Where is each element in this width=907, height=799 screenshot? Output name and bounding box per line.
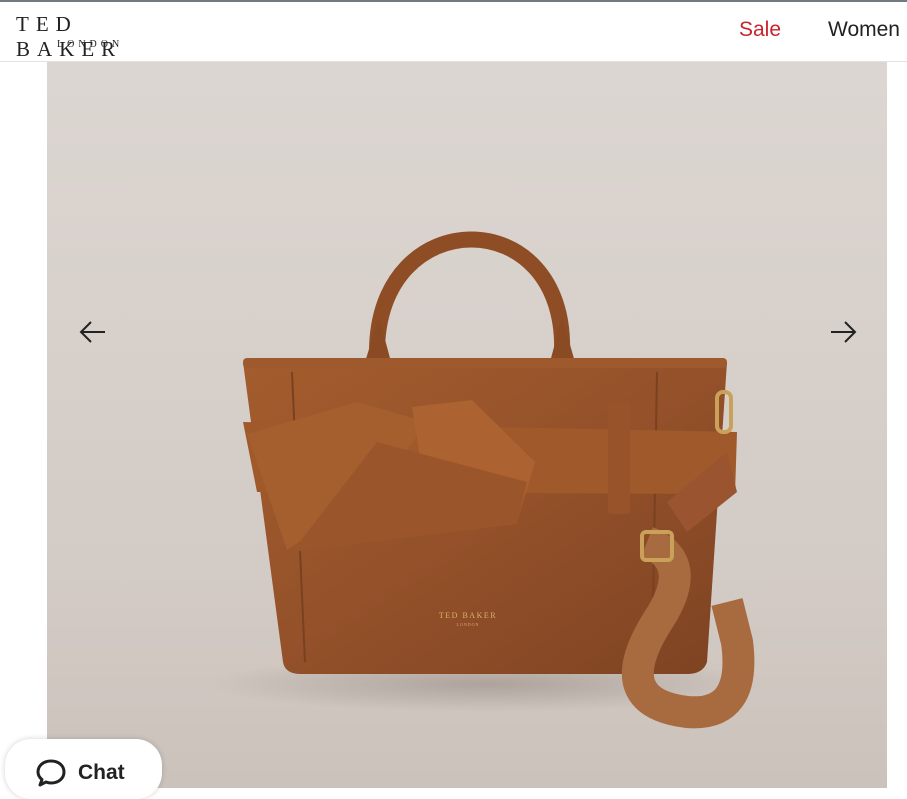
nav-link-sale[interactable]: Sale bbox=[739, 18, 781, 42]
logo-wordmark: TED BAKER bbox=[16, 12, 123, 61]
arrow-right-icon[interactable] bbox=[827, 316, 859, 348]
chat-bubble-icon bbox=[36, 759, 66, 787]
site-header: TED BAKER LONDON Sale Women bbox=[0, 2, 907, 62]
nav-link-women[interactable]: Women bbox=[828, 18, 900, 42]
chat-label: Chat bbox=[78, 761, 125, 784]
chat-button[interactable]: Chat bbox=[5, 739, 162, 799]
product-image-gallery[interactable]: TED BAKER LONDON bbox=[47, 62, 887, 788]
product-logo-sub: LONDON bbox=[457, 622, 480, 627]
logo-subtitle: LONDON bbox=[57, 39, 124, 50]
arrow-left-icon[interactable] bbox=[77, 316, 109, 348]
product-logo: TED BAKER bbox=[439, 611, 497, 620]
product-image: TED BAKER LONDON bbox=[47, 62, 887, 788]
brand-logo[interactable]: TED BAKER LONDON bbox=[16, 12, 176, 61]
